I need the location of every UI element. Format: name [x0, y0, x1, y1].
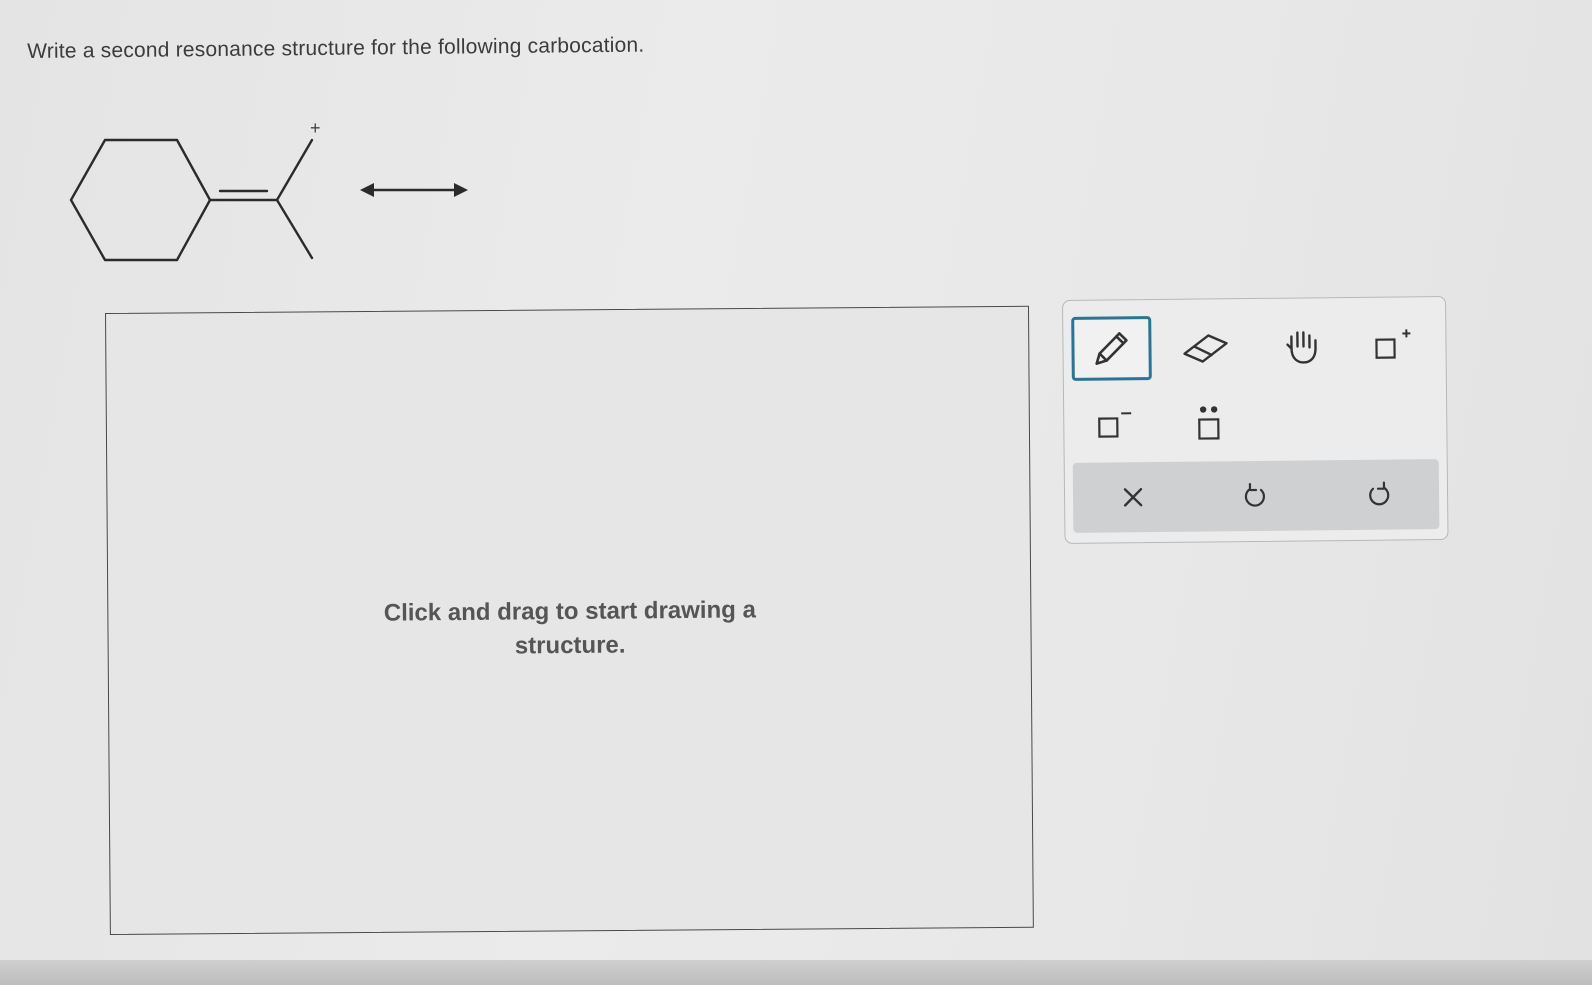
screen: Write a second resonance structure for t… — [0, 0, 1592, 985]
clear-button[interactable] — [1093, 470, 1174, 525]
negative-charge-tool[interactable] — [1072, 392, 1153, 457]
methyl-bond-upper — [275, 138, 314, 202]
tool-palette — [1062, 295, 1449, 544]
canvas-hint-text: Click and drag to start drawing a struct… — [383, 596, 756, 660]
question-text: Write a second resonance structure for t… — [27, 33, 645, 63]
undo-icon — [1244, 482, 1266, 507]
resonance-arrow-left-head — [360, 183, 374, 197]
eraser-icon — [1183, 334, 1228, 363]
redo-button[interactable] — [1339, 467, 1420, 522]
positive-charge-label: + — [310, 118, 321, 138]
positive-charge-icon — [1375, 329, 1411, 359]
redo-icon — [1369, 481, 1390, 506]
methyl-bond-lower — [275, 198, 314, 260]
eraser-tool[interactable] — [1165, 315, 1246, 380]
resonance-arrow-right-head — [454, 183, 468, 197]
bottom-strip — [0, 960, 1592, 985]
positive-charge-tool[interactable] — [1351, 313, 1432, 378]
action-bar — [1072, 459, 1440, 533]
pencil-icon — [1095, 332, 1128, 365]
pencil-tool[interactable] — [1071, 316, 1152, 381]
hand-icon — [1286, 331, 1317, 364]
hand-tool[interactable] — [1261, 314, 1342, 379]
molecule-diagram: + — [69, 118, 468, 262]
lone-pair-tool[interactable] — [1168, 391, 1249, 456]
lone-pair-icon — [1198, 406, 1220, 440]
undo-button[interactable] — [1215, 469, 1296, 524]
negative-charge-icon — [1098, 412, 1132, 438]
cyclohexane-ring — [69, 138, 212, 262]
close-icon — [1123, 487, 1143, 507]
